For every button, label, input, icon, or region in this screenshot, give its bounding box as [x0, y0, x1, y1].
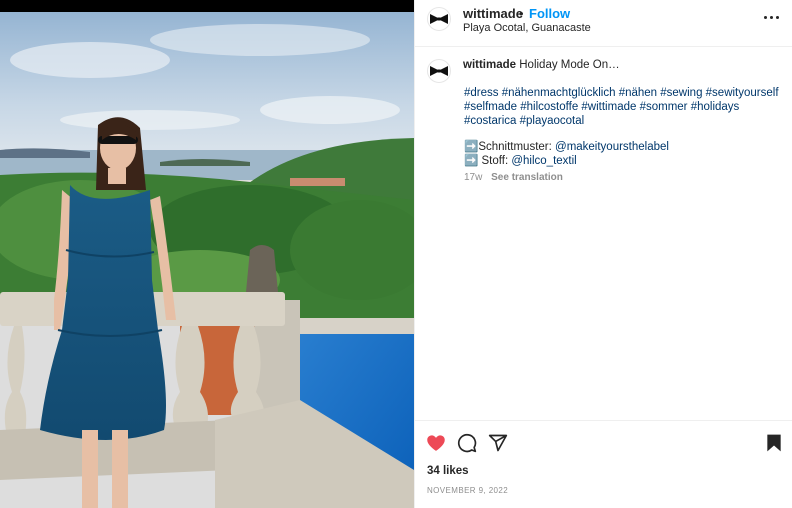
photo-scene — [0, 0, 414, 508]
location-link[interactable]: Playa Ocotal, Guanacaste — [463, 22, 591, 34]
likes-count[interactable]: 34 likes — [427, 465, 469, 477]
share-icon[interactable] — [488, 433, 508, 453]
pattern-mention[interactable]: @makeityoursthelabel — [555, 141, 669, 153]
post-sidebar: wittimade • Follow Playa Ocotal, Guanaca… — [414, 0, 792, 508]
hashtags[interactable]: #dress #nähenmachtglücklich #nähen #sewi… — [464, 86, 784, 128]
bookmark-icon[interactable] — [764, 433, 784, 453]
photo-top-bar — [0, 0, 414, 12]
pattern-label: ➡️Schnittmuster: — [464, 141, 556, 153]
see-translation-link[interactable]: See translation — [491, 172, 563, 183]
bowtie-logo-icon — [430, 14, 448, 24]
follow-button[interactable]: Follow — [529, 6, 570, 21]
header-username[interactable]: wittimade — [463, 6, 523, 21]
heart-icon[interactable] — [426, 433, 446, 453]
caption: wittimade Holiday Mode On… — [463, 58, 785, 72]
more-options-icon[interactable] — [764, 10, 780, 24]
pattern-credit: ➡️Schnittmuster: @makeityoursthelabel — [464, 140, 784, 154]
caption-avatar[interactable] — [427, 59, 451, 83]
post-photo[interactable] — [0, 0, 414, 508]
caption-username[interactable]: wittimade — [463, 59, 516, 71]
bowtie-logo-icon — [430, 66, 448, 76]
fabric-label: ➡️ Stoff: — [464, 155, 512, 167]
fabric-mention[interactable]: @hilco_textil — [511, 155, 576, 167]
post-date: NOVEMBER 9, 2022 — [427, 486, 509, 495]
post-header: wittimade • Follow Playa Ocotal, Guanaca… — [415, 0, 792, 47]
caption-text: Holiday Mode On… — [519, 59, 620, 71]
separator-dot: • — [519, 6, 524, 21]
fabric-credit: ➡️ Stoff: @hilco_textil — [464, 154, 784, 168]
comment-icon[interactable] — [457, 433, 477, 453]
post-age: 17w — [464, 172, 483, 183]
avatar[interactable] — [427, 7, 451, 31]
credits: ➡️Schnittmuster: @makeityoursthelabel ➡️… — [464, 140, 784, 168]
actions-divider — [415, 420, 792, 421]
caption-meta: 17w See translation — [464, 172, 563, 183]
